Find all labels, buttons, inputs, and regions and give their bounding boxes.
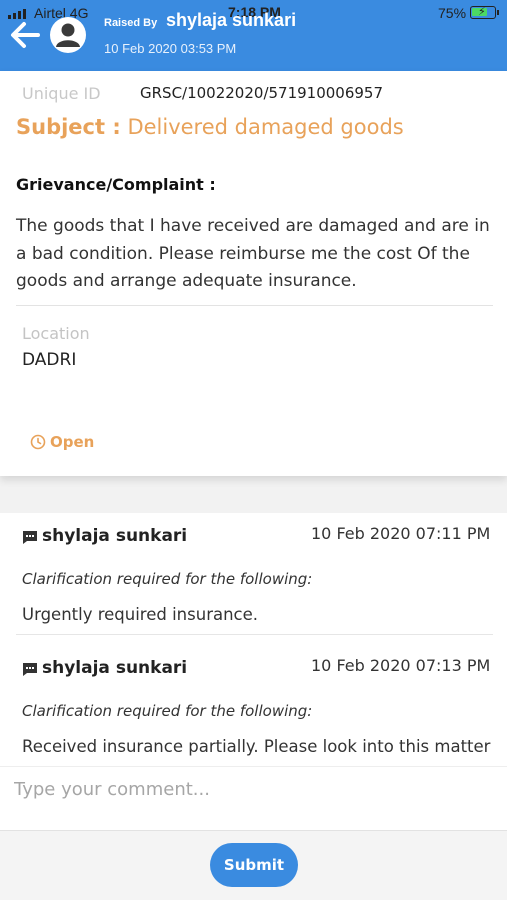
raised-date: 10 Feb 2020 03:53 PM — [104, 41, 237, 56]
comment-text: Received insurance partially. Please loo… — [22, 737, 491, 756]
location-label: Location — [22, 324, 90, 343]
grievance-card: Unique ID GRSC/10022020/571910006957 Sub… — [0, 71, 507, 476]
status-badge: Open — [30, 433, 94, 451]
battery-icon: ⚡ — [470, 5, 499, 19]
divider — [16, 305, 493, 306]
clock-icon — [30, 434, 46, 450]
comment-icon — [23, 663, 37, 676]
comment-bar — [0, 766, 507, 830]
subject: Subject : Delivered damaged goods — [16, 115, 404, 139]
comments-list[interactable]: shylaja sunkari 10 Feb 2020 07:11 PM Cla… — [0, 513, 507, 766]
subject-label: Subject : — [16, 115, 121, 139]
back-button[interactable] — [8, 20, 42, 50]
comment-text: Urgently required insurance. — [22, 605, 259, 624]
user-icon — [56, 23, 80, 47]
comment-icon — [23, 531, 37, 544]
subject-value: Delivered damaged goods — [127, 115, 404, 139]
submit-button[interactable]: Submit — [210, 843, 298, 887]
avatar — [50, 17, 86, 53]
battery-percent: 75% — [438, 5, 467, 21]
comment-author: shylaja sunkari — [42, 658, 188, 678]
divider — [16, 634, 493, 635]
comment-date: 10 Feb 2020 07:13 PM — [311, 656, 491, 675]
location-value: DADRI — [22, 350, 77, 370]
status-label: Open — [50, 433, 95, 451]
complaint-text: The goods that I have received are damag… — [16, 216, 490, 291]
comment-item: shylaja sunkari 10 Feb 2020 07:11 PM Cla… — [0, 517, 507, 637]
unique-id-label: Unique ID — [22, 84, 101, 103]
signal-icon — [8, 9, 26, 19]
clarification-label: Clarification required for the following… — [22, 570, 313, 588]
submit-area: Submit — [0, 830, 507, 900]
comment-input[interactable] — [14, 773, 494, 805]
app-header: Airtel 4G 7:18 PM 75% ⚡ Raised By shylaj… — [0, 0, 507, 71]
back-arrow-icon — [11, 22, 40, 48]
unique-id-value: GRSC/10022020/571910006957 — [140, 84, 384, 102]
comment-author: shylaja sunkari — [42, 526, 188, 546]
clarification-label: Clarification required for the following… — [22, 702, 313, 720]
raised-by-name: shylaja sunkari — [166, 10, 297, 30]
raised-by-label: Raised By — [104, 17, 158, 29]
complaint-label: Grievance/Complaint : — [16, 175, 216, 194]
comment-date: 10 Feb 2020 07:11 PM — [311, 524, 491, 543]
comment-item: shylaja sunkari 10 Feb 2020 07:13 PM Cla… — [0, 649, 507, 766]
